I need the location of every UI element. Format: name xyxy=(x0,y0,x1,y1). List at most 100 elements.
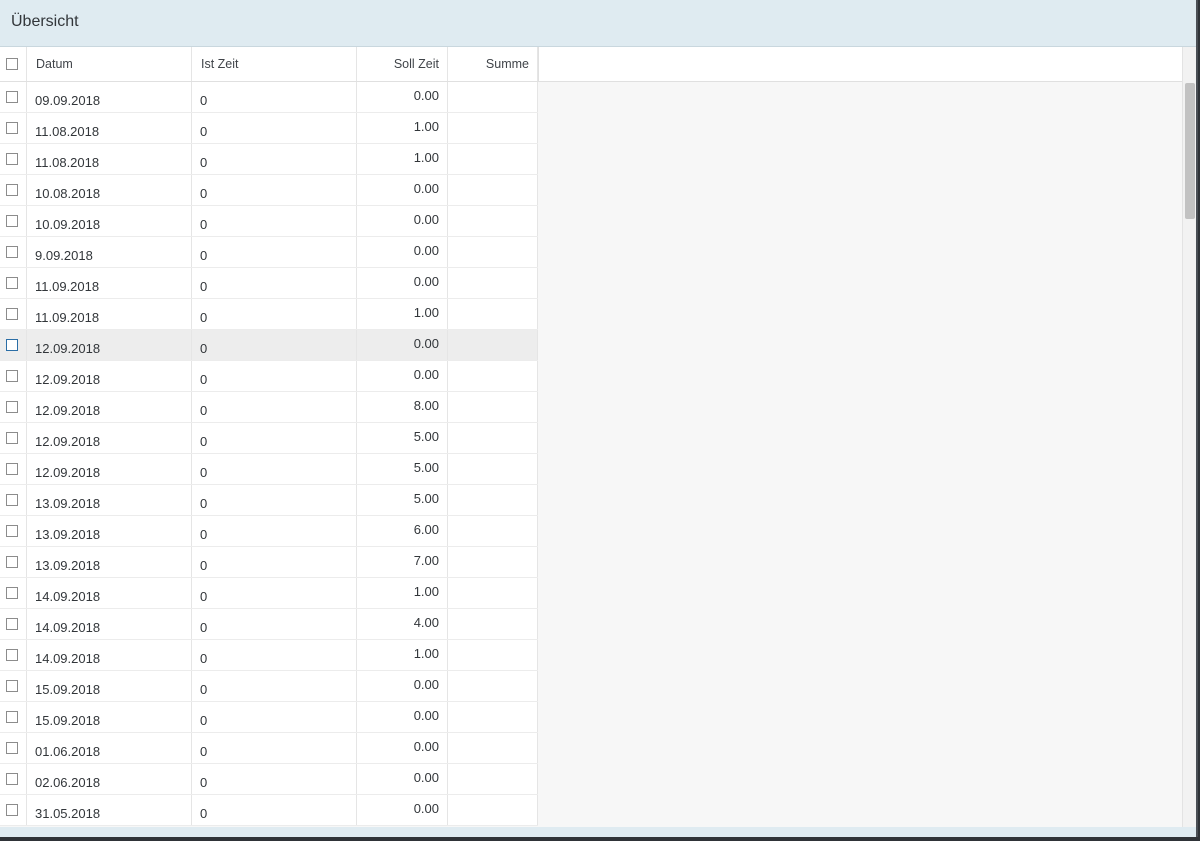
row-checkbox[interactable] xyxy=(6,308,18,320)
soll-zeit-value: 0.00 xyxy=(413,243,439,258)
cell-summe xyxy=(448,237,538,267)
cell-ist-zeit: 0 xyxy=(192,671,357,701)
row-checkbox[interactable] xyxy=(6,463,18,475)
datum-value: 12.09.2018 xyxy=(35,372,101,387)
column-header-soll-zeit[interactable]: Soll Zeit xyxy=(357,47,448,81)
datum-value: 12.09.2018 xyxy=(35,465,101,480)
row-checkbox[interactable] xyxy=(6,215,18,227)
table-row[interactable]: 13.09.2018 0 5.00 xyxy=(0,485,538,516)
table-row[interactable]: 14.09.2018 0 4.00 xyxy=(0,609,538,640)
datum-value: 14.09.2018 xyxy=(35,620,101,635)
column-header-datum[interactable]: Datum xyxy=(27,47,192,81)
select-all-checkbox[interactable] xyxy=(6,58,18,70)
row-checkbox[interactable] xyxy=(6,494,18,506)
table-row[interactable]: 14.09.2018 0 1.00 xyxy=(0,578,538,609)
table-row[interactable]: 9.09.2018 0 0.00 xyxy=(0,237,538,268)
cell-summe xyxy=(448,671,538,701)
soll-zeit-value: 0.00 xyxy=(413,708,439,723)
table-row[interactable]: 11.09.2018 0 1.00 xyxy=(0,299,538,330)
ist-zeit-value: 0 xyxy=(200,434,208,449)
table-row[interactable]: 13.09.2018 0 7.00 xyxy=(0,547,538,578)
row-select-cell xyxy=(0,547,27,577)
cell-ist-zeit: 0 xyxy=(192,702,357,732)
table-row[interactable]: 15.09.2018 0 0.00 xyxy=(0,671,538,702)
column-header-label: Ist Zeit xyxy=(201,57,239,71)
vertical-scrollbar[interactable] xyxy=(1182,47,1196,827)
row-checkbox[interactable] xyxy=(6,122,18,134)
cell-datum: 31.05.2018 xyxy=(27,795,192,825)
cell-soll-zeit: 5.00 xyxy=(357,423,448,453)
cell-ist-zeit: 0 xyxy=(192,268,357,298)
cell-summe xyxy=(448,485,538,515)
column-header-ist-zeit[interactable]: Ist Zeit xyxy=(192,47,357,81)
soll-zeit-value: 6.00 xyxy=(413,522,439,537)
row-checkbox[interactable] xyxy=(6,649,18,661)
ist-zeit-value: 0 xyxy=(200,186,208,201)
datum-value: 11.09.2018 xyxy=(35,310,100,325)
table-row[interactable]: 15.09.2018 0 0.00 xyxy=(0,702,538,733)
table-row[interactable]: 12.09.2018 0 8.00 xyxy=(0,392,538,423)
table-row[interactable]: 11.08.2018 0 1.00 xyxy=(0,144,538,175)
cell-summe xyxy=(448,361,538,391)
cell-soll-zeit: 1.00 xyxy=(357,578,448,608)
row-checkbox[interactable] xyxy=(6,525,18,537)
cell-summe xyxy=(448,423,538,453)
row-checkbox[interactable] xyxy=(6,587,18,599)
cell-soll-zeit: 0.00 xyxy=(357,733,448,763)
cell-datum: 12.09.2018 xyxy=(27,423,192,453)
soll-zeit-value: 0.00 xyxy=(413,212,439,227)
row-checkbox[interactable] xyxy=(6,339,18,351)
row-checkbox[interactable] xyxy=(6,246,18,258)
datum-value: 9.09.2018 xyxy=(35,248,93,263)
row-checkbox[interactable] xyxy=(6,742,18,754)
row-checkbox[interactable] xyxy=(6,91,18,103)
cell-datum: 10.08.2018 xyxy=(27,175,192,205)
cell-soll-zeit: 0.00 xyxy=(357,82,448,112)
cell-summe xyxy=(448,609,538,639)
cell-soll-zeit: 1.00 xyxy=(357,144,448,174)
cell-datum: 13.09.2018 xyxy=(27,485,192,515)
table-row[interactable]: 14.09.2018 0 1.00 xyxy=(0,640,538,671)
row-checkbox[interactable] xyxy=(6,618,18,630)
soll-zeit-value: 1.00 xyxy=(413,150,439,165)
row-checkbox[interactable] xyxy=(6,773,18,785)
table-body: 09.09.2018 0 0.00 11.08.2018 0 1.00 11.08.2018… xyxy=(0,82,538,826)
datum-value: 14.09.2018 xyxy=(35,589,101,604)
row-checkbox[interactable] xyxy=(6,370,18,382)
table-row[interactable]: 02.06.2018 0 0.00 xyxy=(0,764,538,795)
row-checkbox[interactable] xyxy=(6,153,18,165)
cell-datum: 14.09.2018 xyxy=(27,578,192,608)
table-row[interactable]: 31.05.2018 0 0.00 xyxy=(0,795,538,826)
table-row[interactable]: 11.08.2018 0 1.00 xyxy=(0,113,538,144)
table-row[interactable]: 12.09.2018 0 0.00 xyxy=(0,361,538,392)
ist-zeit-value: 0 xyxy=(200,155,208,170)
cell-ist-zeit: 0 xyxy=(192,82,357,112)
ist-zeit-value: 0 xyxy=(200,465,208,480)
row-checkbox[interactable] xyxy=(6,711,18,723)
row-checkbox[interactable] xyxy=(6,804,18,816)
column-header-summe[interactable]: Summe xyxy=(448,47,538,81)
datum-value: 12.09.2018 xyxy=(35,403,101,418)
row-checkbox[interactable] xyxy=(6,184,18,196)
table-row[interactable]: 10.09.2018 0 0.00 xyxy=(0,206,538,237)
table-row[interactable]: 12.09.2018 0 0.00 xyxy=(0,330,538,361)
datum-value: 14.09.2018 xyxy=(35,651,101,666)
table-row[interactable]: 01.06.2018 0 0.00 xyxy=(0,733,538,764)
scrollbar-thumb[interactable] xyxy=(1185,83,1195,219)
cell-soll-zeit: 0.00 xyxy=(357,795,448,825)
table-row[interactable]: 11.09.2018 0 0.00 xyxy=(0,268,538,299)
row-checkbox[interactable] xyxy=(6,556,18,568)
cell-summe xyxy=(448,764,538,794)
row-checkbox[interactable] xyxy=(6,277,18,289)
table-row[interactable]: 10.08.2018 0 0.00 xyxy=(0,175,538,206)
row-checkbox[interactable] xyxy=(6,432,18,444)
table-row[interactable]: 12.09.2018 0 5.00 xyxy=(0,423,538,454)
row-checkbox[interactable] xyxy=(6,680,18,692)
table-row[interactable]: 09.09.2018 0 0.00 xyxy=(0,82,538,113)
row-select-cell xyxy=(0,206,27,236)
table-row[interactable]: 13.09.2018 0 6.00 xyxy=(0,516,538,547)
soll-zeit-value: 4.00 xyxy=(413,615,439,630)
table-row[interactable]: 12.09.2018 0 5.00 xyxy=(0,454,538,485)
cell-summe xyxy=(448,516,538,546)
row-checkbox[interactable] xyxy=(6,401,18,413)
